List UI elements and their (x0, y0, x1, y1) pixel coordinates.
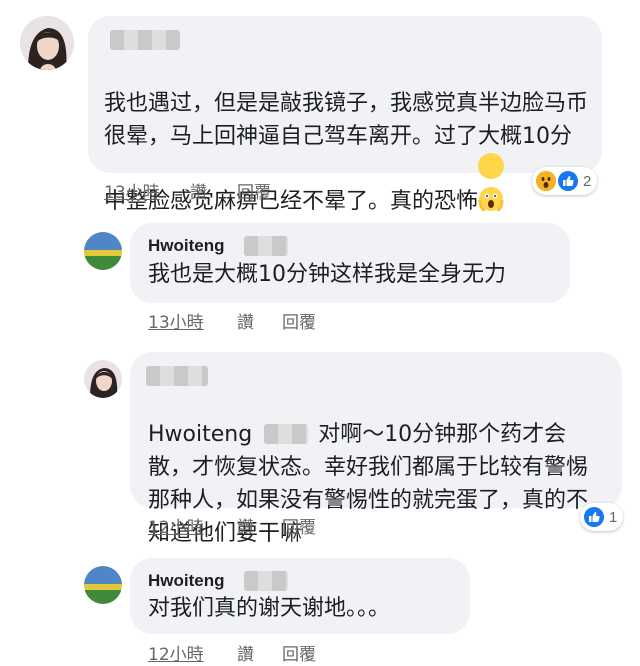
mention-link[interactable]: Hwoiteng (148, 422, 252, 447)
like-reaction-icon (558, 171, 578, 191)
reply-button[interactable]: 回覆 (282, 640, 316, 665)
like-button[interactable]: 讚 (237, 640, 254, 665)
author-name[interactable]: Hwoiteng (148, 571, 225, 591)
author-name[interactable]: Hwoiteng (148, 236, 225, 256)
reply-button[interactable]: 回覆 (237, 178, 271, 203)
reply-button[interactable]: 回覆 (282, 513, 316, 538)
comment-text: 对我们真的谢天谢地。。。 (148, 596, 391, 621)
comment-bubble: Hwoiteng 我也是大概10分钟这样我是全身无力 (130, 223, 570, 303)
comment-bubble: 我也遇过，但是是敲我镜子，我感觉真半边脸马币很晕，马上回神逼自己驾车离开。过了大… (88, 16, 602, 214)
scream-emoji-icon (478, 153, 505, 212)
comment-text: 我也遇过，但是是敲我镜子，我感觉真半边脸马币很晕，马上回神逼自己驾车离开。过了大… (104, 91, 589, 214)
like-button[interactable]: 讚 (190, 178, 207, 203)
reactions-summary[interactable]: 1 (580, 503, 624, 531)
like-reaction-icon (584, 507, 604, 527)
redacted-name (264, 424, 309, 444)
woman-portrait-icon (20, 16, 74, 70)
avatar[interactable] (84, 360, 122, 398)
comment-bubble: Hwoiteng 对我们真的谢天谢地。。。 (130, 558, 470, 634)
reply-button[interactable]: 回覆 (282, 308, 316, 333)
timestamp-link[interactable]: 12小時 (148, 513, 204, 538)
redacted-name (244, 571, 288, 591)
like-button[interactable]: 讚 (237, 308, 254, 333)
reaction-count: 1 (609, 508, 618, 526)
timestamp-link[interactable]: 12小時 (148, 640, 204, 665)
comment-text: 我也是大概10分钟这样我是全身无力 (148, 262, 506, 287)
woman-portrait-icon (84, 360, 122, 398)
redacted-name (244, 236, 288, 256)
comment-text: Hwoiteng 对啊～10分钟那个药才会散，才恢复状态。幸好我们都属于比较有警惕… (148, 422, 589, 546)
avatar[interactable] (84, 232, 122, 270)
timestamp-link[interactable]: 13小時 (148, 308, 204, 333)
reaction-count: 2 (583, 172, 592, 190)
reactions-summary[interactable]: 2 (532, 167, 598, 195)
avatar[interactable] (20, 16, 74, 70)
timestamp-link[interactable]: 13小時 (104, 178, 160, 203)
landscape-photo-icon (84, 232, 122, 270)
redacted-name (146, 366, 208, 386)
comment-bubble: Hwoiteng 对啊～10分钟那个药才会散，才恢复状态。幸好我们都属于比较有警惕… (130, 352, 622, 546)
wow-reaction-icon (536, 171, 556, 191)
landscape-photo-icon (84, 566, 122, 604)
redacted-name (110, 30, 180, 50)
avatar[interactable] (84, 566, 122, 604)
like-button[interactable]: 讚 (237, 513, 254, 538)
